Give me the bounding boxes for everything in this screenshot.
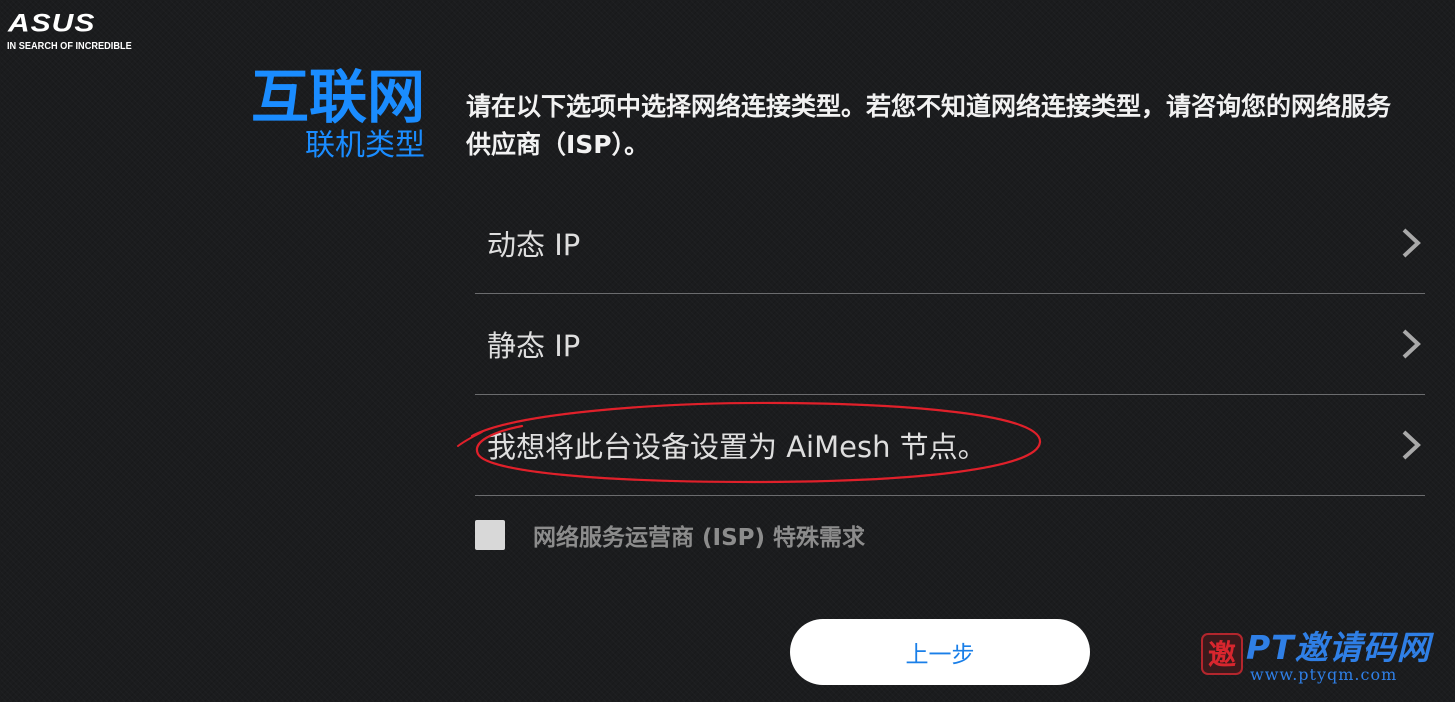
- option-static-ip[interactable]: 静态 IP: [475, 294, 1425, 395]
- option-aimesh-node[interactable]: 我想将此台设备设置为 AiMesh 节点。: [475, 395, 1425, 496]
- logo-wordmark: ASUS: [8, 10, 96, 38]
- isp-special-row: 网络服务运营商 (ISP) 特殊需求: [475, 519, 865, 551]
- watermark-text: PT邀请码网: [1246, 628, 1431, 667]
- back-button[interactable]: 上一步: [790, 619, 1090, 685]
- page-heading: 互联网 联机类型: [251, 62, 425, 164]
- isp-special-label: 网络服务运营商 (ISP) 特殊需求: [533, 525, 866, 551]
- watermark-url: www.ptyqm.com: [1250, 665, 1398, 684]
- isp-special-checkbox[interactable]: [475, 520, 505, 550]
- option-label: 我想将此台设备设置为 AiMesh 节点。: [487, 430, 987, 464]
- instruction-text: 请在以下选项中选择网络连接类型。若您不知道网络连接类型，请咨询您的网络服务供应商…: [466, 92, 1392, 159]
- chevron-right-icon: [1401, 227, 1421, 259]
- watermark-seal-icon: 邀: [1201, 633, 1243, 675]
- asus-logo: ASUS IN SEARCH OF INCREDIBLE: [6, 10, 132, 56]
- chevron-right-icon: [1401, 328, 1421, 360]
- option-label: 动态 IP: [487, 228, 581, 262]
- option-label: 静态 IP: [487, 329, 581, 363]
- logo-tagline: IN SEARCH OF INCREDIBLE: [7, 41, 132, 52]
- svg-text:邀: 邀: [1208, 638, 1237, 671]
- chevron-right-icon: [1401, 429, 1421, 461]
- page-subtitle: 联机类型: [305, 128, 425, 163]
- watermark: 邀 PT邀请码网 www.ptyqm.com: [1198, 628, 1448, 690]
- option-dynamic-ip[interactable]: 动态 IP: [475, 193, 1425, 294]
- page-title: 互联网: [250, 63, 425, 131]
- connection-type-list: 动态 IP 静态 IP 我想将此台设备设置为 AiMesh 节点。: [475, 193, 1425, 496]
